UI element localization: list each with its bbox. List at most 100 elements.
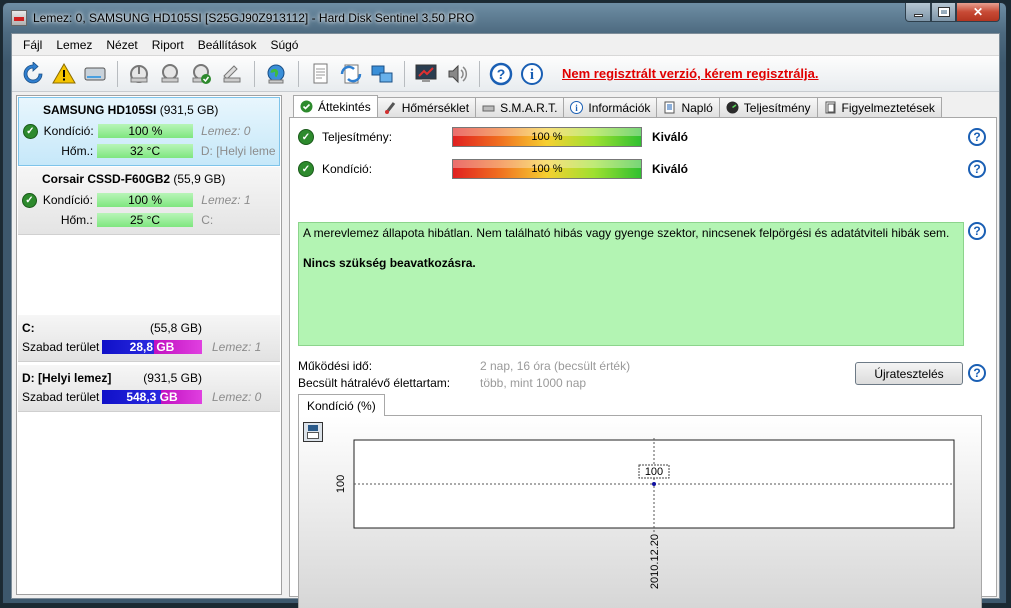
volume-card-d[interactable]: D: [Helyi lemez] (931,5 GB) Szabad terül…: [18, 365, 280, 412]
disk-check-icon[interactable]: [186, 59, 216, 89]
menu-bar: Fájl Lemez Nézet Riport Beállítások Súgó: [12, 34, 999, 56]
recommendation-text: Nincs szükség beavatkozásra.: [303, 256, 476, 270]
close-button[interactable]: ✕: [956, 3, 1000, 22]
globe-icon[interactable]: [261, 59, 291, 89]
chart-x-tick-label: 2010.12.20: [649, 534, 661, 589]
lifetime-label: Becsült hátralévő élettartam:: [298, 376, 451, 390]
performance-icon: [726, 101, 739, 114]
svg-text:?: ?: [497, 66, 506, 82]
disk-size: (55,9 GB): [173, 172, 226, 186]
client-area: Fájl Lemez Nézet Riport Beállítások Súgó: [11, 33, 1000, 608]
temperature-bar: 32 °C: [97, 144, 193, 158]
tab-alerts[interactable]: Figyelmeztetések: [816, 97, 942, 117]
info-icon[interactable]: i: [517, 59, 547, 89]
performance-value: 100 %: [531, 131, 563, 143]
benchmark-icon[interactable]: [411, 59, 441, 89]
app-window: Lemez: 0, SAMSUNG HD105SI [S25GJ90Z91311…: [2, 2, 1007, 608]
chart-data-label: 100: [645, 466, 663, 478]
condition-bar: 100 %: [97, 124, 194, 138]
disk-name: SAMSUNG HD105SI: [43, 103, 157, 117]
tab-performance[interactable]: Teljesítmény: [718, 97, 818, 117]
sound-icon[interactable]: [442, 59, 472, 89]
free-space-bar: 28,8 GB: [102, 340, 202, 354]
minimize-button[interactable]: [905, 3, 931, 22]
refresh-icon[interactable]: [18, 59, 48, 89]
menu-help[interactable]: Súgó: [263, 38, 305, 52]
ok-check-icon: ✓: [298, 161, 314, 177]
condition-label: Kondíció:: [42, 193, 93, 207]
help-icon[interactable]: ?: [968, 364, 986, 382]
tab-strip: Áttekintés Hőmérséklet S.M.A.R.T. i Info…: [289, 95, 997, 117]
menu-view[interactable]: Nézet: [99, 38, 144, 52]
network-icon[interactable]: [367, 59, 397, 89]
volume-size: (931,5 GB): [143, 371, 202, 385]
tab-label: S.M.A.R.T.: [500, 100, 558, 115]
send-report-icon[interactable]: [336, 59, 366, 89]
disk-temp-icon[interactable]: [124, 59, 154, 89]
disk-settings-icon[interactable]: [155, 59, 185, 89]
toolbar-separator: [117, 60, 118, 87]
volume-size: (55,8 GB): [149, 321, 202, 335]
report-icon[interactable]: [305, 59, 335, 89]
health-description: A merevlemez állapota hibátlan. Nem talá…: [303, 226, 950, 240]
condition-label: Kondíció:: [322, 162, 373, 176]
disk-card-samsung[interactable]: SAMSUNG HD105SI (931,5 GB) ✓ Kondíció: 1…: [18, 97, 280, 166]
title-bar: Lemez: 0, SAMSUNG HD105SI [S25GJ90Z91311…: [3, 3, 1006, 33]
tab-label: Figyelmeztetések: [841, 100, 935, 115]
help-icon[interactable]: ?: [968, 222, 986, 240]
uptime-value: 2 nap, 16 óra (becsült érték): [480, 359, 631, 373]
toolbar: ? i Nem regisztrált verzió, kérem regisz…: [12, 56, 999, 92]
volume-name: C:: [22, 321, 35, 335]
registration-warning-link[interactable]: Nem regisztrált verzió, kérem regisztrál…: [562, 66, 819, 81]
condition-label: Kondíció:: [43, 124, 94, 138]
menu-disk[interactable]: Lemez: [49, 38, 99, 52]
maximize-button[interactable]: [931, 3, 956, 22]
disk-tools-icon[interactable]: [217, 59, 247, 89]
temperature-label: Hőm.:: [61, 144, 94, 158]
help-icon[interactable]: ?: [486, 59, 516, 89]
ok-check-icon: ✓: [22, 192, 37, 208]
retest-button[interactable]: Újratesztelés: [855, 362, 963, 385]
performance-bar: 100 %: [452, 127, 642, 147]
menu-report[interactable]: Riport: [145, 38, 191, 52]
menu-file[interactable]: Fájl: [16, 38, 49, 52]
tab-log[interactable]: Napló: [656, 97, 720, 117]
volume-card-c[interactable]: C: (55,8 GB) Szabad terület 28,8 GB Leme…: [18, 315, 280, 362]
toolbar-separator: [298, 60, 299, 87]
log-icon: [663, 101, 676, 114]
performance-rating: Kiváló: [652, 130, 689, 144]
tab-information[interactable]: i Információk: [563, 97, 658, 117]
tab-temperature[interactable]: Hőmérséklet: [376, 97, 477, 117]
condition-bar: 100 %: [452, 159, 642, 179]
disk-card-corsair[interactable]: Corsair CSSD-F60GB2 (55,9 GB) ✓ Kondíció…: [18, 167, 280, 235]
warning-icon[interactable]: [49, 59, 79, 89]
disk-size: (931,5 GB): [159, 103, 219, 117]
chart-tab-condition[interactable]: Kondíció (%): [298, 394, 385, 416]
tab-label: Napló: [681, 100, 713, 115]
disk-list-panel: SAMSUNG HD105SI (931,5 GB) ✓ Kondíció: 1…: [16, 95, 282, 595]
tab-smart[interactable]: S.M.A.R.T.: [475, 97, 565, 117]
svg-text:i: i: [530, 67, 534, 83]
volume-disk-number: Lemez: 1: [212, 340, 262, 354]
check-icon: [300, 100, 313, 113]
health-description-box: A merevlemez állapota hibátlan. Nem talá…: [298, 222, 964, 346]
partition-label: D: [Helyi lemez]: [200, 144, 275, 158]
uptime-row: Működési idő: 2 nap, 16 óra (becsült ért…: [298, 358, 630, 374]
condition-chart-frame: 100 2010.12.20 100: [298, 415, 982, 608]
volume-name: D: [Helyi lemez]: [22, 371, 112, 385]
tab-overview[interactable]: Áttekintés: [293, 95, 378, 117]
info-icon: i: [570, 101, 584, 114]
menu-settings[interactable]: Beállítások: [191, 38, 264, 52]
disk-icon[interactable]: [80, 59, 110, 89]
tab-label: Információk: [588, 100, 651, 115]
alerts-icon: [824, 101, 837, 114]
disk-number: Lemez: 0: [201, 124, 251, 138]
help-icon[interactable]: ?: [968, 160, 986, 178]
volume-disk-number: Lemez: 0: [212, 390, 262, 404]
condition-row: ✓ Kondíció: 100 % Kiváló: [298, 158, 688, 180]
help-icon[interactable]: ?: [968, 128, 986, 146]
ok-check-icon: ✓: [298, 129, 314, 145]
condition-bar: 100 %: [96, 193, 194, 207]
tab-label: Hőmérséklet: [401, 100, 470, 115]
free-space-bar: 548,3 GB: [102, 390, 202, 404]
